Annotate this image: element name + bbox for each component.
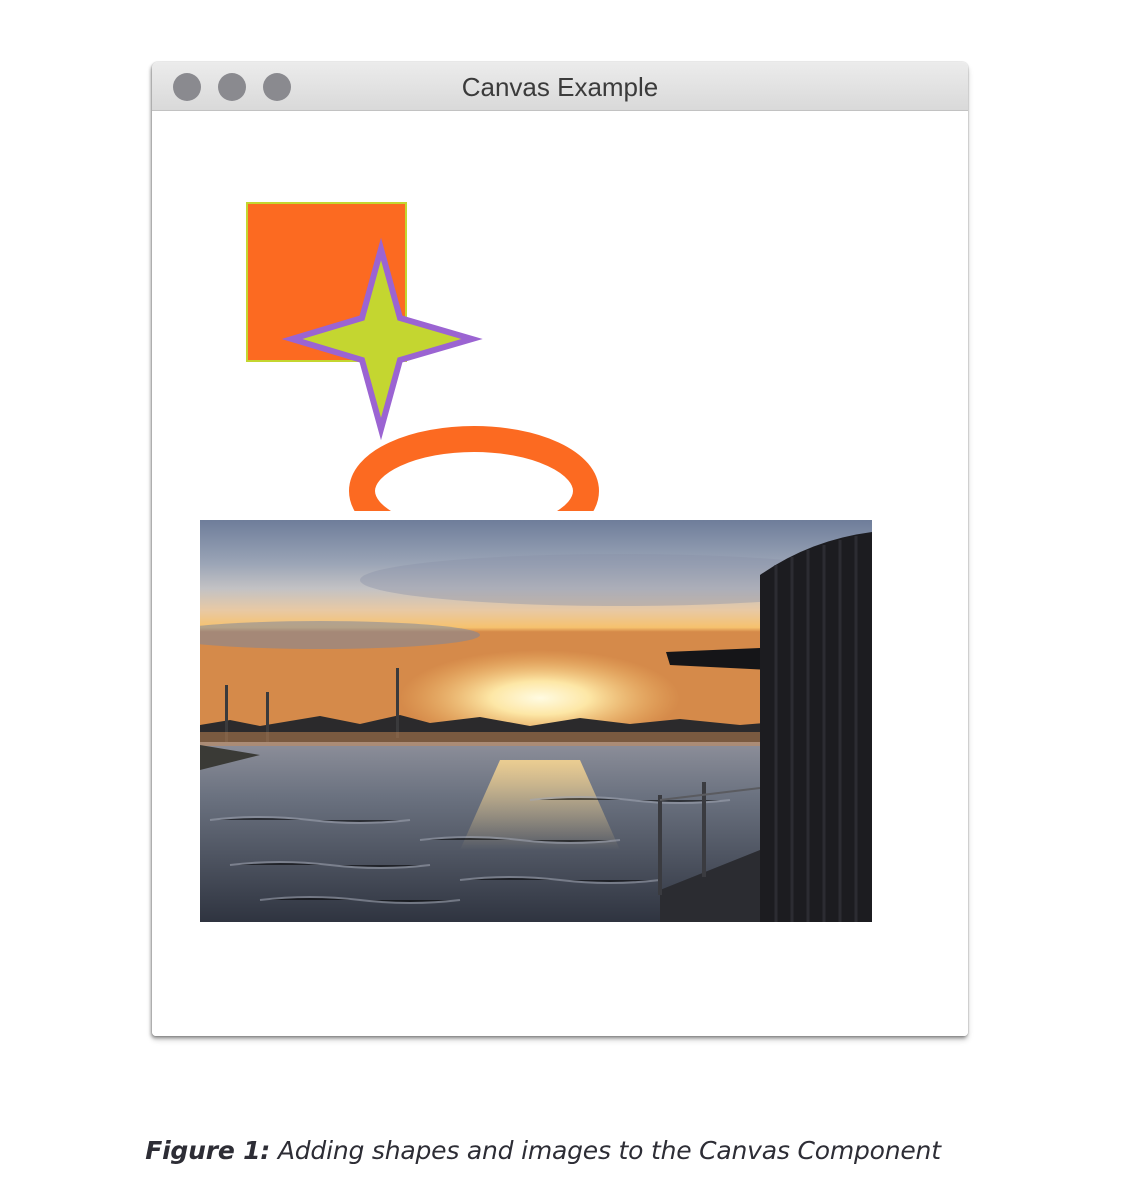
- figure-caption: Figure 1: Adding shapes and images to th…: [0, 1136, 1086, 1165]
- figure-caption-text: Adding shapes and images to the Canvas C…: [277, 1136, 941, 1165]
- sunset-photo: [200, 520, 872, 922]
- title-bar[interactable]: Canvas Example: [152, 62, 968, 111]
- figure-label: Figure 1:: [145, 1136, 271, 1165]
- window-title: Canvas Example: [461, 72, 659, 102]
- app-window: Canvas Example: [152, 62, 968, 1036]
- orange-ellipse: [349, 426, 599, 511]
- sunset-image: [200, 520, 872, 922]
- canvas-shapes: [246, 202, 599, 511]
- canvas[interactable]: [152, 111, 968, 1036]
